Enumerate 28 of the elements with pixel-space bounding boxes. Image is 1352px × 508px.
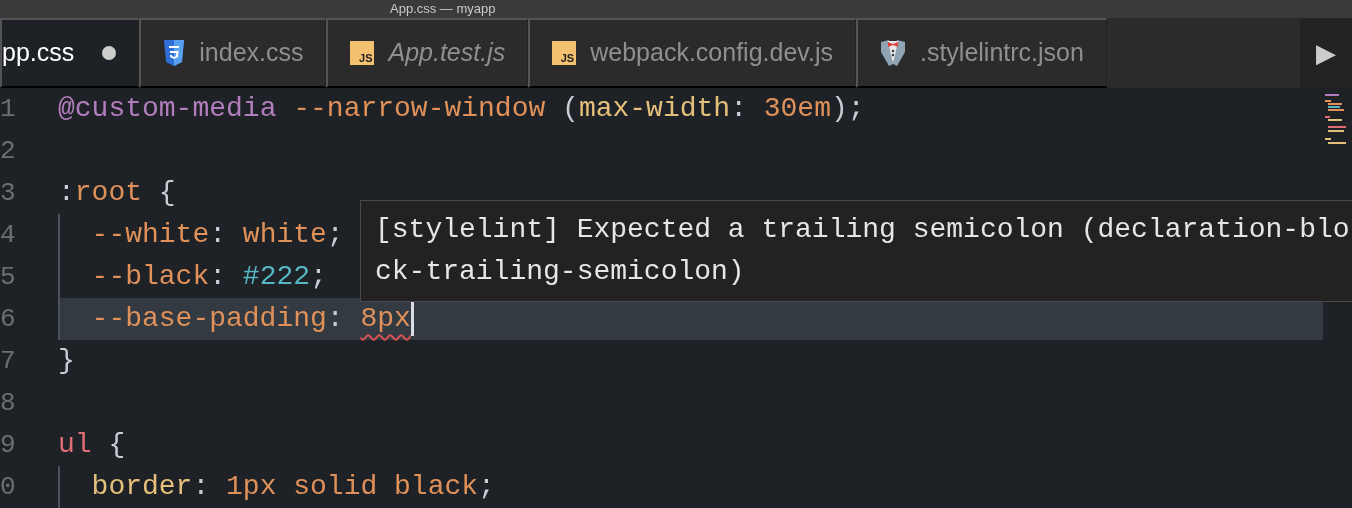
line-number: 3 bbox=[0, 178, 16, 208]
code-line: border: 1px solid black; bbox=[58, 466, 1323, 508]
editor-tab[interactable]: JS webpack.config.dev.js bbox=[528, 18, 856, 88]
shield-icon bbox=[163, 40, 186, 66]
scroll-tabs-button[interactable]: ▶ bbox=[1300, 18, 1352, 88]
line-number: 6 bbox=[0, 304, 16, 334]
lint-tooltip: [stylelint] Expected a trailing semicolon (declaration-blo ck-trailing-semicolon) bbox=[360, 200, 1352, 302]
code-line: } bbox=[58, 344, 76, 378]
editor-tab[interactable]: .stylelintrc.json bbox=[855, 18, 1107, 88]
tuxedo-icon bbox=[879, 40, 906, 66]
code-line: ul { bbox=[58, 428, 127, 462]
line-number: 8 bbox=[0, 388, 16, 418]
editor-tab[interactable]: JS App.test.js bbox=[326, 18, 529, 88]
line-number: 7 bbox=[0, 346, 16, 376]
editor-tab[interactable]: index.css bbox=[139, 18, 327, 88]
line-number: 1 bbox=[0, 94, 16, 124]
line-number: 2 bbox=[0, 136, 16, 166]
code-line: :root { bbox=[58, 176, 177, 210]
text-cursor bbox=[410, 302, 414, 336]
line-number: 9 bbox=[0, 430, 16, 460]
line-number: 0 bbox=[0, 472, 16, 502]
js-file-icon: JS bbox=[552, 41, 577, 65]
window-title: App.css — myapp bbox=[390, 1, 496, 16]
line-number: 5 bbox=[0, 262, 16, 292]
line-number: 4 bbox=[0, 220, 16, 250]
code-line: @custom-media --narrow-window (max-width: 30em); bbox=[58, 92, 866, 126]
editor-tab[interactable]: pp.css bbox=[0, 18, 140, 88]
js-file-icon: JS bbox=[350, 41, 375, 65]
